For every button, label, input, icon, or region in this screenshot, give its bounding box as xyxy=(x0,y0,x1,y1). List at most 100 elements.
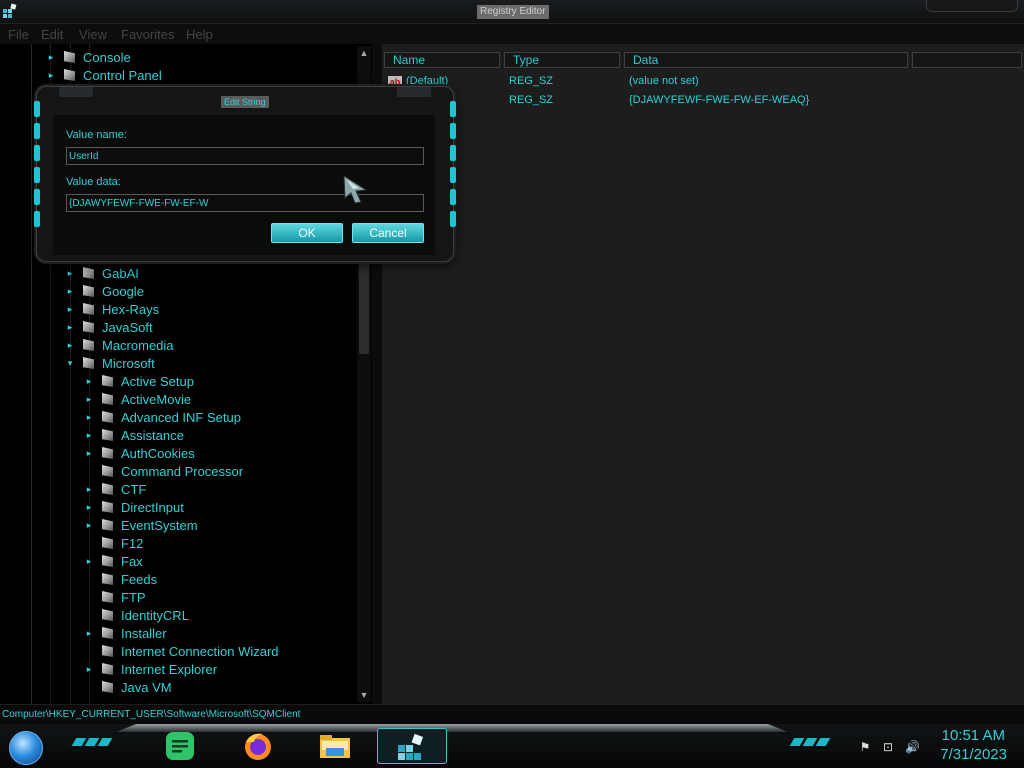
tree-item[interactable]: ▸ Assistance xyxy=(84,426,184,444)
tree-item[interactable]: ▸ DirectInput xyxy=(84,498,184,516)
menu-file[interactable]: File xyxy=(8,27,29,42)
taskbar-deco-lights xyxy=(71,738,113,746)
menu-view[interactable]: View xyxy=(79,27,107,42)
expand-arrow-icon[interactable]: ▸ xyxy=(65,268,75,278)
flag-icon[interactable]: ⚑ xyxy=(858,740,872,754)
registry-editor-icon xyxy=(398,733,424,760)
value-name-field[interactable] xyxy=(66,147,424,165)
start-button[interactable] xyxy=(9,731,43,765)
tree-item[interactable]: ▸ CTF xyxy=(84,480,147,498)
expand-arrow-icon[interactable]: ▸ xyxy=(46,52,56,62)
registry-key-icon xyxy=(64,69,75,81)
expand-arrow-icon[interactable]: ▸ xyxy=(84,502,94,512)
column-header-name[interactable]: Name xyxy=(384,52,500,68)
registry-key-icon xyxy=(102,645,113,657)
tree-item[interactable]: ▸ JavaSoft xyxy=(65,318,153,336)
tree-item[interactable]: ▸ Fax xyxy=(84,552,143,570)
expand-arrow-icon[interactable]: ▸ xyxy=(65,322,75,332)
tree-item-label: Assistance xyxy=(121,427,184,443)
expand-arrow-icon[interactable]: ▸ xyxy=(84,628,94,638)
value-data-label: Value data: xyxy=(66,176,121,188)
tree-item-label: Active Setup xyxy=(121,373,194,389)
status-bar: Computer\HKEY_CURRENT_USER\Software\Micr… xyxy=(0,704,1024,724)
window-controls[interactable] xyxy=(926,0,1018,12)
values-list[interactable]: Name Type Data ab (Default) REG_SZ (valu… xyxy=(382,44,1024,704)
tree-item[interactable]: Java VM xyxy=(84,678,172,696)
firefox-icon[interactable] xyxy=(241,730,275,762)
expand-arrow-icon[interactable]: ▸ xyxy=(84,664,94,674)
scroll-down-icon[interactable]: ▼ xyxy=(357,688,371,702)
cancel-button[interactable]: Cancel xyxy=(352,223,424,243)
tree-item[interactable]: F12 xyxy=(84,534,143,552)
tree-item-label: ActiveMovie xyxy=(121,391,192,407)
collapse-arrow-icon[interactable]: ▾ xyxy=(65,358,75,368)
tree-item[interactable]: Command Processor xyxy=(84,462,243,480)
taskbar-item-registry-editor[interactable] xyxy=(377,728,447,764)
expand-arrow-icon[interactable]: ▸ xyxy=(65,304,75,314)
tree-item[interactable]: ▾ Microsoft xyxy=(65,354,155,372)
tree-item[interactable]: ▸ Macromedia xyxy=(65,336,174,354)
registry-key-icon xyxy=(102,573,113,585)
scroll-up-icon[interactable]: ▲ xyxy=(357,46,371,60)
tree-item[interactable]: ▸ Console xyxy=(46,48,131,66)
tree-item[interactable]: IdentityCRL xyxy=(84,606,189,624)
clock-time[interactable]: 10:51 AM xyxy=(942,727,1005,744)
tree-item[interactable]: ▸ ActiveMovie xyxy=(84,390,191,408)
menu-favorites[interactable]: Favorites xyxy=(121,27,174,42)
expand-arrow-icon xyxy=(84,574,94,584)
registry-key-icon xyxy=(83,357,94,369)
dialog-frame-tab xyxy=(59,87,93,97)
expand-arrow-icon[interactable]: ▸ xyxy=(65,286,75,296)
menu-edit[interactable]: Edit xyxy=(41,27,63,42)
file-explorer-icon[interactable] xyxy=(318,730,352,762)
value-name-label: Value name: xyxy=(66,129,127,141)
expand-arrow-icon[interactable]: ▸ xyxy=(84,430,94,440)
expand-arrow-icon[interactable]: ▸ xyxy=(84,412,94,422)
tree-item-label: Fax xyxy=(121,553,143,569)
tree-item[interactable]: Internet Connection Wizard xyxy=(84,642,279,660)
expand-arrow-icon xyxy=(84,682,94,692)
clock-date[interactable]: 7/31/2023 xyxy=(940,746,1007,763)
tree-item[interactable]: ▸ Active Setup xyxy=(84,372,194,390)
value-data-field[interactable] xyxy=(66,194,424,212)
network-icon[interactable]: ⊡ xyxy=(881,740,895,754)
tree-item-label: Microsoft xyxy=(102,355,155,371)
tree-item[interactable]: Feeds xyxy=(84,570,157,588)
expand-arrow-icon[interactable]: ▸ xyxy=(84,520,94,530)
column-header-type[interactable]: Type xyxy=(504,52,620,68)
tree-item-label: EventSystem xyxy=(121,517,198,533)
expand-arrow-icon[interactable]: ▸ xyxy=(84,394,94,404)
expand-arrow-icon xyxy=(84,610,94,620)
expand-arrow-icon[interactable]: ▸ xyxy=(84,448,94,458)
window-title: Registry Editor xyxy=(477,5,549,19)
expand-arrow-icon[interactable]: ▸ xyxy=(65,340,75,350)
expand-arrow-icon[interactable]: ▸ xyxy=(84,484,94,494)
tree-item-label: IdentityCRL xyxy=(121,607,189,623)
tree-item[interactable]: ▸ Installer xyxy=(84,624,167,642)
tree-item[interactable]: ▸ GabAI xyxy=(65,264,139,282)
tree-item-label: AuthCookies xyxy=(121,445,195,461)
tree-item[interactable]: ▸ AuthCookies xyxy=(84,444,195,462)
title-bar[interactable]: Registry Editor xyxy=(0,0,1024,24)
menu-help[interactable]: Help xyxy=(186,27,213,42)
tree-item[interactable]: ▸ Control Panel xyxy=(46,66,162,84)
tree-item[interactable]: ▸ Google xyxy=(65,282,144,300)
column-header-empty[interactable] xyxy=(912,52,1022,68)
expand-arrow-icon[interactable]: ▸ xyxy=(46,70,56,80)
dialog-side-lights xyxy=(450,101,456,227)
expand-arrow-icon[interactable]: ▸ xyxy=(84,556,94,566)
tree-item[interactable]: ▸ Advanced INF Setup xyxy=(84,408,241,426)
ok-button[interactable]: OK xyxy=(271,223,343,243)
tree-rail xyxy=(0,44,32,704)
tree-item-label: Google xyxy=(102,283,144,299)
tree-item[interactable]: FTP xyxy=(84,588,146,606)
tree-item[interactable]: ▸ EventSystem xyxy=(84,516,198,534)
column-header-data[interactable]: Data xyxy=(624,52,908,68)
expand-arrow-icon[interactable]: ▸ xyxy=(84,376,94,386)
volume-icon[interactable]: 🔊 xyxy=(905,740,920,754)
registry-key-icon xyxy=(102,483,113,495)
tree-item[interactable]: ▸ Internet Explorer xyxy=(84,660,217,678)
tree-item[interactable]: ▸ Hex-Rays xyxy=(65,300,159,318)
registry-key-icon xyxy=(102,393,113,405)
notes-icon[interactable] xyxy=(163,730,197,762)
